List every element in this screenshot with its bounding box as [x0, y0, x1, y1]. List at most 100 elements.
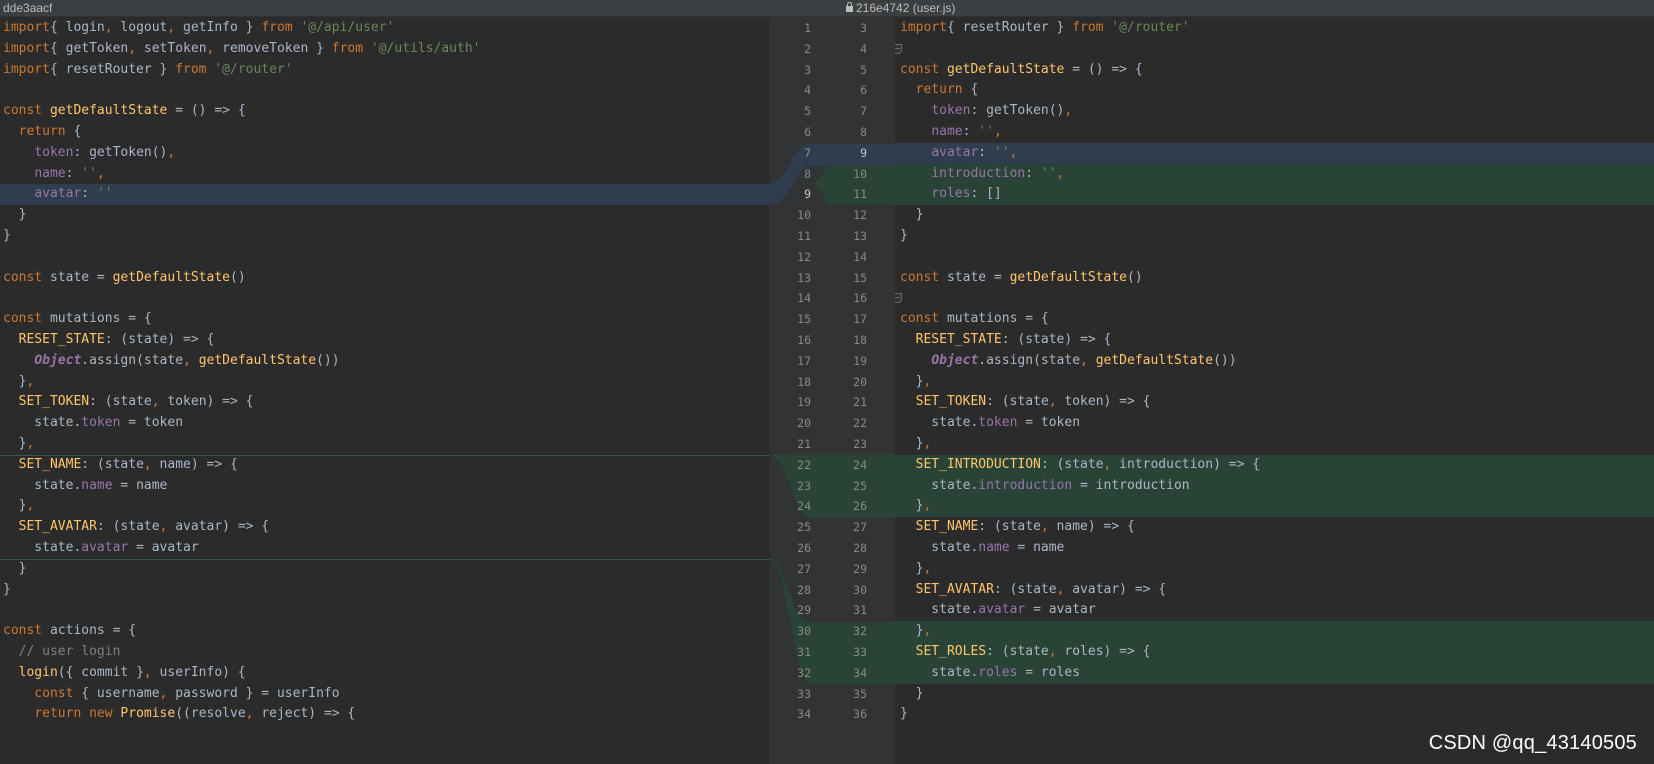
code-token: roles: [978, 664, 1018, 680]
left-code-line[interactable]: state.name = name: [0, 476, 770, 497]
left-code-line[interactable]: Object.assign(state, getDefaultState()): [0, 351, 770, 372]
right-code-line[interactable]: RESET_STATE: (state) => {: [895, 330, 1654, 351]
right-code-line[interactable]: state.avatar = avatar: [895, 600, 1654, 621]
left-code-line[interactable]: },: [0, 496, 770, 517]
left-code-line[interactable]: }: [0, 226, 770, 247]
left-code-line[interactable]: RESET_STATE: (state) => {: [0, 330, 770, 351]
right-code-text: const state = getDefaultState(): [900, 268, 1143, 289]
code-token: '@/utils/auth': [370, 40, 481, 56]
right-code-line[interactable]: SET_NAME: (state, name) => {: [895, 517, 1654, 538]
left-code-line[interactable]: const mutations = {: [0, 309, 770, 330]
code-token: return: [18, 124, 66, 139]
right-code-line[interactable]: },: [895, 372, 1654, 393]
left-code-line[interactable]: name: '',: [0, 164, 770, 185]
right-code-line[interactable]: SET_AVATAR: (state, avatar) => {: [895, 580, 1654, 601]
left-code-line[interactable]: },: [0, 372, 770, 393]
code-token: state =: [42, 269, 113, 285]
left-code-text: SET_NAME: (state, name) => {: [3, 455, 238, 476]
left-code-line[interactable]: return {: [0, 122, 770, 143]
right-code-text: token: getToken(),: [900, 101, 1072, 122]
right-line-number: 11: [853, 187, 867, 202]
right-code-line[interactable]: [895, 39, 1654, 60]
left-code-line[interactable]: const getDefaultState = () => {: [0, 101, 770, 122]
code-token: avatar) => {: [1064, 581, 1167, 597]
code-token: RESET_STATE: [915, 332, 1002, 347]
code-token: return: [915, 82, 963, 98]
left-code-line[interactable]: import{ getToken, setToken, removeToken …: [0, 39, 770, 60]
right-code-line[interactable]: import{ resetRouter } from '@/router': [895, 18, 1654, 39]
left-code-line[interactable]: const actions = {: [0, 621, 770, 642]
left-code-line[interactable]: return new Promise((resolve, reject) => …: [0, 704, 770, 725]
left-line-number: 3: [804, 62, 811, 77]
left-code-line[interactable]: const { username, password } = userInfo: [0, 684, 770, 705]
right-code-line[interactable]: },: [895, 496, 1654, 518]
code-token: avatar: [34, 186, 82, 202]
left-code-line[interactable]: [0, 247, 770, 268]
left-code-line[interactable]: login({ commit }, userInfo) {: [0, 663, 770, 684]
right-code-line[interactable]: [895, 247, 1654, 268]
left-code-line[interactable]: }: [0, 559, 770, 580]
right-code-line[interactable]: },: [895, 434, 1654, 455]
left-code-line[interactable]: }: [0, 205, 770, 226]
right-code-line[interactable]: const getDefaultState = () => {: [895, 60, 1654, 81]
right-code-line[interactable]: const state = getDefaultState(): [895, 268, 1654, 289]
right-code-line[interactable]: roles: []: [895, 184, 1654, 206]
code-token: ,: [923, 436, 932, 451]
left-code-line[interactable]: import{ resetRouter } from '@/router': [0, 60, 770, 81]
left-code-line[interactable]: [0, 600, 770, 621]
right-code-line[interactable]: },: [895, 559, 1654, 580]
right-code-line[interactable]: },: [895, 621, 1654, 642]
right-code-line[interactable]: const mutations = {: [895, 309, 1654, 330]
code-token: SET_ROLES: [915, 644, 987, 659]
right-editor-pane[interactable]: import{ resetRouter } from '@/router' con…: [895, 17, 1654, 764]
right-code-line[interactable]: }: [895, 684, 1654, 705]
code-token: : getToken(): [73, 144, 168, 160]
right-code-line[interactable]: name: '',: [895, 122, 1654, 143]
right-code-line[interactable]: }: [895, 205, 1654, 226]
left-code-line[interactable]: }: [0, 580, 770, 601]
right-code-line[interactable]: SET_ROLES: (state, roles) => {: [895, 642, 1654, 663]
right-code-line[interactable]: return {: [895, 80, 1654, 101]
right-code-line[interactable]: avatar: '',: [895, 142, 1654, 164]
right-code-line[interactable]: Object.assign(state, getDefaultState()): [895, 351, 1654, 372]
code-token: }: [3, 228, 11, 243]
right-code-line[interactable]: introduction: '',: [895, 163, 1654, 185]
left-code-line[interactable]: SET_TOKEN: (state, token) => {: [0, 392, 770, 413]
left-line-number: 4: [804, 83, 811, 98]
fold-marker-icon[interactable]: [895, 43, 902, 54]
right-code-line[interactable]: state.roles = roles: [895, 662, 1654, 684]
right-code-line[interactable]: state.name = name: [895, 538, 1654, 559]
left-code-line[interactable]: const state = getDefaultState(): [0, 268, 770, 289]
right-code-line[interactable]: state.token = token: [895, 413, 1654, 434]
left-code-line[interactable]: },: [0, 434, 770, 455]
right-line-number: 20: [853, 374, 867, 389]
right-line-number: 21: [853, 395, 867, 410]
left-line-number: 25: [797, 520, 811, 535]
left-code-line[interactable]: import{ login, logout, getInfo } from '@…: [0, 18, 770, 39]
left-code-line[interactable]: // user login: [0, 642, 770, 663]
code-token: : []: [970, 186, 1002, 202]
right-code-line[interactable]: [895, 288, 1654, 309]
left-code-line[interactable]: state.avatar = avatar: [0, 538, 770, 559]
left-code-line[interactable]: avatar: '': [0, 184, 770, 206]
left-editor-pane[interactable]: import{ login, logout, getInfo } from '@…: [0, 17, 770, 764]
left-code-line[interactable]: [0, 80, 770, 101]
right-code-line[interactable]: SET_INTRODUCTION: (state, introduction) …: [895, 454, 1654, 476]
left-code-line[interactable]: SET_AVATAR: (state, avatar) => {: [0, 517, 770, 538]
right-code-line[interactable]: }: [895, 704, 1654, 725]
left-code-line[interactable]: [0, 288, 770, 309]
right-code-line[interactable]: }: [895, 226, 1654, 247]
diff-title-bar: dde3aacf 216e4742 (user.js): [0, 0, 1654, 17]
code-token: }: [3, 498, 27, 514]
left-code-line[interactable]: token: getToken(),: [0, 143, 770, 164]
right-code-line[interactable]: SET_TOKEN: (state, token) => {: [895, 392, 1654, 413]
left-code-line[interactable]: state.token = token: [0, 413, 770, 434]
left-code-line[interactable]: SET_NAME: (state, name) => {: [0, 455, 770, 476]
right-code-line[interactable]: token: getToken(),: [895, 101, 1654, 122]
right-code-line[interactable]: state.introduction = introduction: [895, 475, 1654, 497]
